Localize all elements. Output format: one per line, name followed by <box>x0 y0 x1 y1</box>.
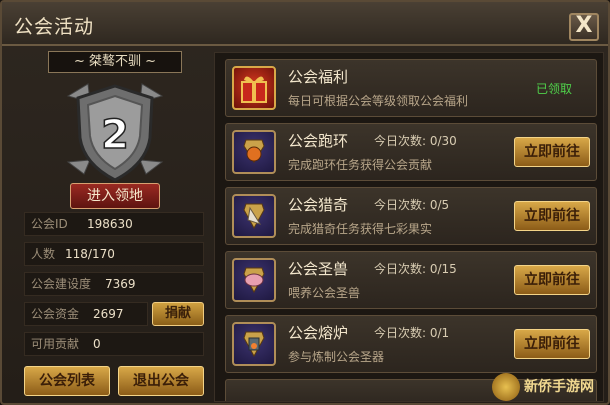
list-item: 公会跑环 今日次数: 0/30 完成跑环任务获得公会贡献 立即前往 <box>225 123 597 181</box>
activity-count: 今日次数: 0/30 <box>374 134 457 148</box>
go-now-button[interactable]: 立即前往 <box>514 137 590 167</box>
info-row-guild-id: 公会ID 198630 <box>24 212 204 236</box>
close-button[interactable]: X <box>569 13 599 41</box>
activity-name: 公会跑环 <box>288 132 349 150</box>
guild-activity-window: 公会活动 X ~ 桀骜不驯 ~ 2 进入领地 公会ID 198630 人数 11… <box>0 0 610 405</box>
info-value: 198630 <box>87 217 133 231</box>
info-row-contribution: 可用贡献 0 <box>24 332 204 356</box>
activity-name: 公会猎奇 <box>288 196 349 214</box>
list-item: 公会圣兽 今日次数: 0/15 喂养公会圣兽 立即前往 <box>225 251 597 309</box>
guild-level-emblem: 2 <box>60 76 170 186</box>
guild-level-value: 2 <box>101 112 129 158</box>
info-label: 公会建设度 <box>31 277 92 291</box>
info-value: 7369 <box>105 277 136 291</box>
activity-count: 今日次数: 0/15 <box>374 262 457 276</box>
site-watermark: 新侨手游网 <box>490 370 608 404</box>
guild-name: ~ 桀骜不驯 ~ <box>48 51 182 73</box>
activity-count: 今日次数: 0/5 <box>374 198 450 212</box>
window-title: 公会活动 <box>14 16 95 38</box>
activity-desc: 完成猎奇任务获得七彩果实 <box>288 222 433 236</box>
activity-name: 公会熔炉 <box>288 324 349 342</box>
info-row-funds: 公会资金 2697 <box>24 302 148 326</box>
list-item: 公会熔炉 今日次数: 0/1 参与炼制公会圣器 立即前往 <box>225 315 597 373</box>
activity-name: 公会圣兽 <box>288 260 349 278</box>
activity-desc: 完成跑环任务获得公会贡献 <box>288 158 433 172</box>
info-value: 2697 <box>93 307 124 321</box>
hunt-quest-icon <box>232 194 276 238</box>
furnace-icon <box>232 322 276 366</box>
guild-list-button[interactable]: 公会列表 <box>24 366 110 396</box>
holy-beast-icon <box>232 258 276 302</box>
donate-button[interactable]: 捐献 <box>152 302 204 326</box>
go-now-button[interactable]: 立即前往 <box>514 265 590 295</box>
exit-guild-button[interactable]: 退出公会 <box>118 366 204 396</box>
activity-count: 今日次数: 0/1 <box>374 326 450 340</box>
go-now-button[interactable]: 立即前往 <box>514 201 590 231</box>
info-value: 0 <box>93 337 101 351</box>
gift-box-icon <box>232 66 276 110</box>
loop-quest-icon <box>232 130 276 174</box>
guild-info-panel: ~ 桀骜不驯 ~ 2 进入领地 公会ID 198630 人数 118/170 公… <box>20 48 210 402</box>
activity-name: 公会福利 <box>288 68 349 86</box>
activity-desc: 喂养公会圣兽 <box>288 286 361 300</box>
list-item: 公会猎奇 今日次数: 0/5 完成猎奇任务获得七彩果实 立即前往 <box>225 187 597 245</box>
activity-desc: 每日可根据公会等级领取公会福利 <box>288 94 469 108</box>
info-label: 可用贡献 <box>31 337 80 351</box>
go-now-button[interactable]: 立即前往 <box>514 329 590 359</box>
info-label: 人数 <box>31 247 56 261</box>
info-row-construction: 公会建设度 7369 <box>24 272 204 296</box>
titlebar: 公会活动 X <box>2 2 608 46</box>
info-label: 公会ID <box>31 217 68 231</box>
info-row-members: 人数 118/170 <box>24 242 204 266</box>
shield-icon: 2 <box>66 83 164 182</box>
activity-desc: 参与炼制公会圣器 <box>288 350 385 364</box>
watermark-text: 新侨手游网 <box>524 379 594 395</box>
list-item: 公会福利 每日可根据公会等级领取公会福利 已领取 <box>225 59 597 117</box>
enter-territory-button[interactable]: 进入领地 <box>70 183 160 209</box>
info-value: 118/170 <box>65 247 115 261</box>
activity-list[interactable]: 公会福利 每日可根据公会等级领取公会福利 已领取 公会跑环 今日次数: 0/30… <box>214 52 604 402</box>
watermark-logo-icon <box>492 373 520 401</box>
info-label: 公会资金 <box>31 307 80 321</box>
claimed-status: 已领取 <box>536 82 573 96</box>
